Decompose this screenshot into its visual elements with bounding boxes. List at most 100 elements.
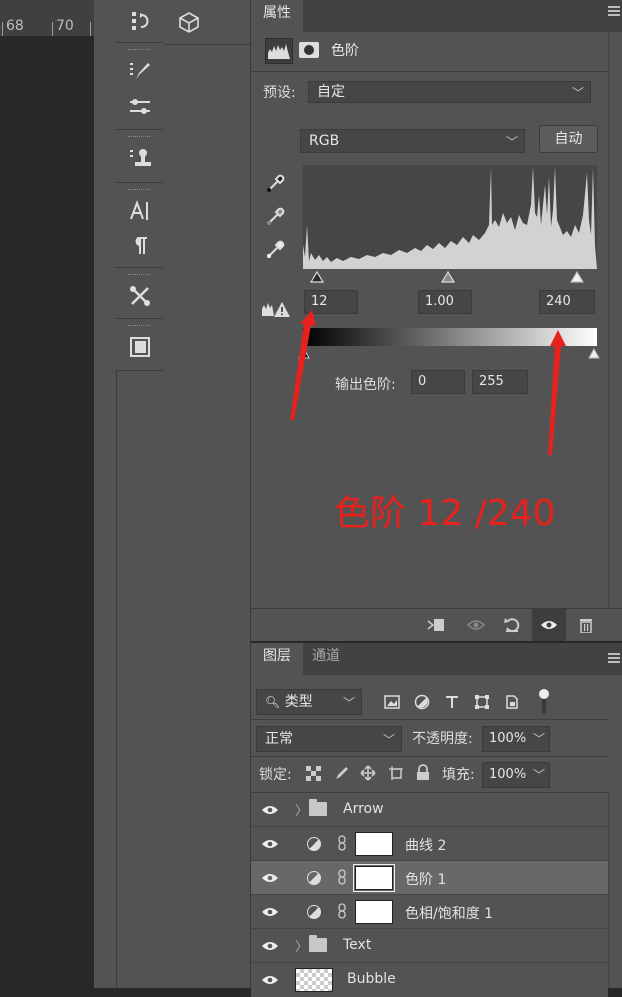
eye-icon[interactable] (261, 804, 279, 816)
properties-tabbar: 属性 (251, 0, 622, 32)
blend-mode-dropdown[interactable]: 正常 ﹀ (256, 726, 402, 752)
search-icon: 🔍︎ (265, 695, 281, 709)
ruler-mark: 68 (6, 18, 24, 34)
layer-row-bubble[interactable]: Bubble (251, 963, 608, 997)
eye-icon[interactable] (261, 974, 279, 986)
clip-to-layer-icon[interactable] (427, 617, 445, 633)
brush-settings-icon[interactable] (128, 95, 152, 119)
eye-icon[interactable] (261, 940, 279, 952)
white-point-eyedropper-icon[interactable] (265, 238, 287, 260)
tab-layers[interactable]: 图层 (251, 643, 303, 675)
chevron-down-icon: ﹀ (532, 768, 545, 782)
filter-pixel-icon[interactable] (384, 695, 400, 709)
channel-value: RGB (309, 133, 340, 149)
panel-grip[interactable] (128, 325, 150, 328)
panel-grip[interactable] (128, 274, 150, 277)
chevron-right-icon[interactable]: 〉 (295, 936, 308, 955)
ruler-mark: 70 (56, 18, 74, 34)
panel-grip[interactable] (128, 49, 150, 52)
filter-shape-icon[interactable] (474, 694, 490, 710)
eye-icon[interactable] (261, 906, 279, 918)
black-point-eyedropper-icon[interactable] (265, 172, 287, 194)
preset-dropdown[interactable]: 自定 ﹀ (308, 81, 591, 103)
filter-toggle[interactable] (539, 689, 549, 713)
character-icon[interactable] (128, 199, 152, 223)
brush-presets-icon[interactable] (128, 59, 152, 83)
layer-filter-dropdown[interactable]: 🔍︎ 类型 ﹀ (256, 689, 362, 715)
panel-menu-icon[interactable] (608, 6, 620, 18)
link-icon[interactable] (337, 869, 347, 885)
lock-artboard-icon[interactable] (388, 765, 404, 781)
tool-presets-icon[interactable] (128, 284, 152, 308)
preset-label: 预设: (263, 85, 296, 101)
libraries-icon[interactable] (128, 335, 152, 359)
layer-name: Bubble (347, 971, 396, 987)
layer-row-arrow[interactable]: 〉 Arrow (251, 793, 608, 827)
trash-icon[interactable] (577, 617, 595, 633)
panel-grip[interactable] (128, 136, 150, 139)
lock-position-icon[interactable] (360, 765, 376, 781)
view-previous-state-icon[interactable] (467, 617, 485, 633)
filter-adjustment-icon[interactable] (414, 694, 430, 710)
lock-all-icon[interactable] (416, 764, 430, 781)
layer-thumbnail[interactable] (295, 968, 333, 992)
fill-value: 100% (489, 767, 527, 782)
link-icon[interactable] (337, 903, 347, 919)
history-icon[interactable] (128, 9, 152, 33)
auto-button[interactable]: 自动 (539, 125, 598, 153)
opacity-label: 不透明度: (412, 731, 473, 747)
gray-point-eyedropper-icon[interactable] (265, 205, 287, 227)
collapsed-panel-icons (116, 0, 163, 371)
clone-source-icon[interactable] (128, 146, 152, 170)
channel-dropdown[interactable]: RGB ﹀ (300, 129, 525, 153)
layers-panel: 图层 通道 🔍︎ 类型 ﹀ 正常 ﹀ 不透明度: 100% ﹀ 锁定: 填充: 10… (251, 643, 622, 997)
tab-channels[interactable]: 通道 (300, 643, 352, 675)
lock-image-pixels-icon[interactable] (334, 765, 350, 781)
ruler-tick (2, 22, 3, 36)
layer-mask-icon[interactable] (299, 42, 319, 58)
layer-row-text[interactable]: 〉 Text (251, 929, 608, 963)
fill-field[interactable]: 100% ﹀ (482, 762, 550, 788)
lock-transparent-pixels-icon[interactable] (306, 766, 321, 781)
chevron-right-icon[interactable]: 〉 (295, 800, 308, 819)
visibility-toggle[interactable] (532, 609, 566, 641)
eye-icon (541, 621, 557, 629)
reset-icon[interactable] (503, 617, 521, 633)
annotation-text: 色阶 12 /240 (334, 493, 556, 534)
layer-mask-thumbnail[interactable] (353, 864, 395, 892)
filter-type-icon[interactable] (444, 694, 460, 710)
document-canvas[interactable] (0, 37, 94, 988)
layers-scrollbar[interactable] (608, 790, 622, 988)
3d-icon[interactable] (177, 10, 201, 34)
canvas-pasteboard (94, 0, 116, 988)
properties-scrollbar[interactable] (608, 32, 622, 608)
folder-icon (309, 935, 327, 952)
input-levels-slider[interactable] (303, 270, 597, 284)
filter-value: 类型 (284, 694, 313, 710)
layer-row-hue-saturation-1[interactable]: 色相/饱和度 1 (251, 895, 608, 929)
opacity-field[interactable]: 100% ﹀ (482, 726, 550, 752)
layer-row-levels-1[interactable]: 色阶 1 (251, 861, 608, 895)
link-icon[interactable] (337, 835, 347, 851)
tab-properties[interactable]: 属性 (251, 0, 303, 32)
panel-menu-icon[interactable] (608, 653, 620, 665)
chevron-down-icon: ﹀ (571, 86, 584, 100)
layer-row-curves-2[interactable]: 曲线 2 (251, 827, 608, 861)
eye-icon[interactable] (261, 838, 279, 850)
chevron-down-icon: ﹀ (532, 732, 545, 746)
adjustment-layer-icon (307, 837, 321, 851)
layer-name: 色阶 1 (405, 872, 447, 888)
eye-icon[interactable] (261, 872, 279, 884)
fill-label: 填充: (442, 767, 475, 783)
panel-group (116, 43, 163, 130)
levels-adjustment-icon[interactable] (265, 38, 293, 64)
layer-mask-thumbnail[interactable] (355, 832, 393, 856)
histogram (303, 165, 597, 269)
panel-group (116, 130, 163, 183)
filter-smart-object-icon[interactable] (504, 694, 520, 710)
layer-mask-thumbnail[interactable] (355, 900, 393, 924)
paragraph-icon[interactable] (128, 233, 152, 257)
layer-name: Text (343, 937, 372, 953)
chevron-down-icon: ﹀ (505, 135, 518, 149)
panel-grip[interactable] (128, 189, 150, 192)
